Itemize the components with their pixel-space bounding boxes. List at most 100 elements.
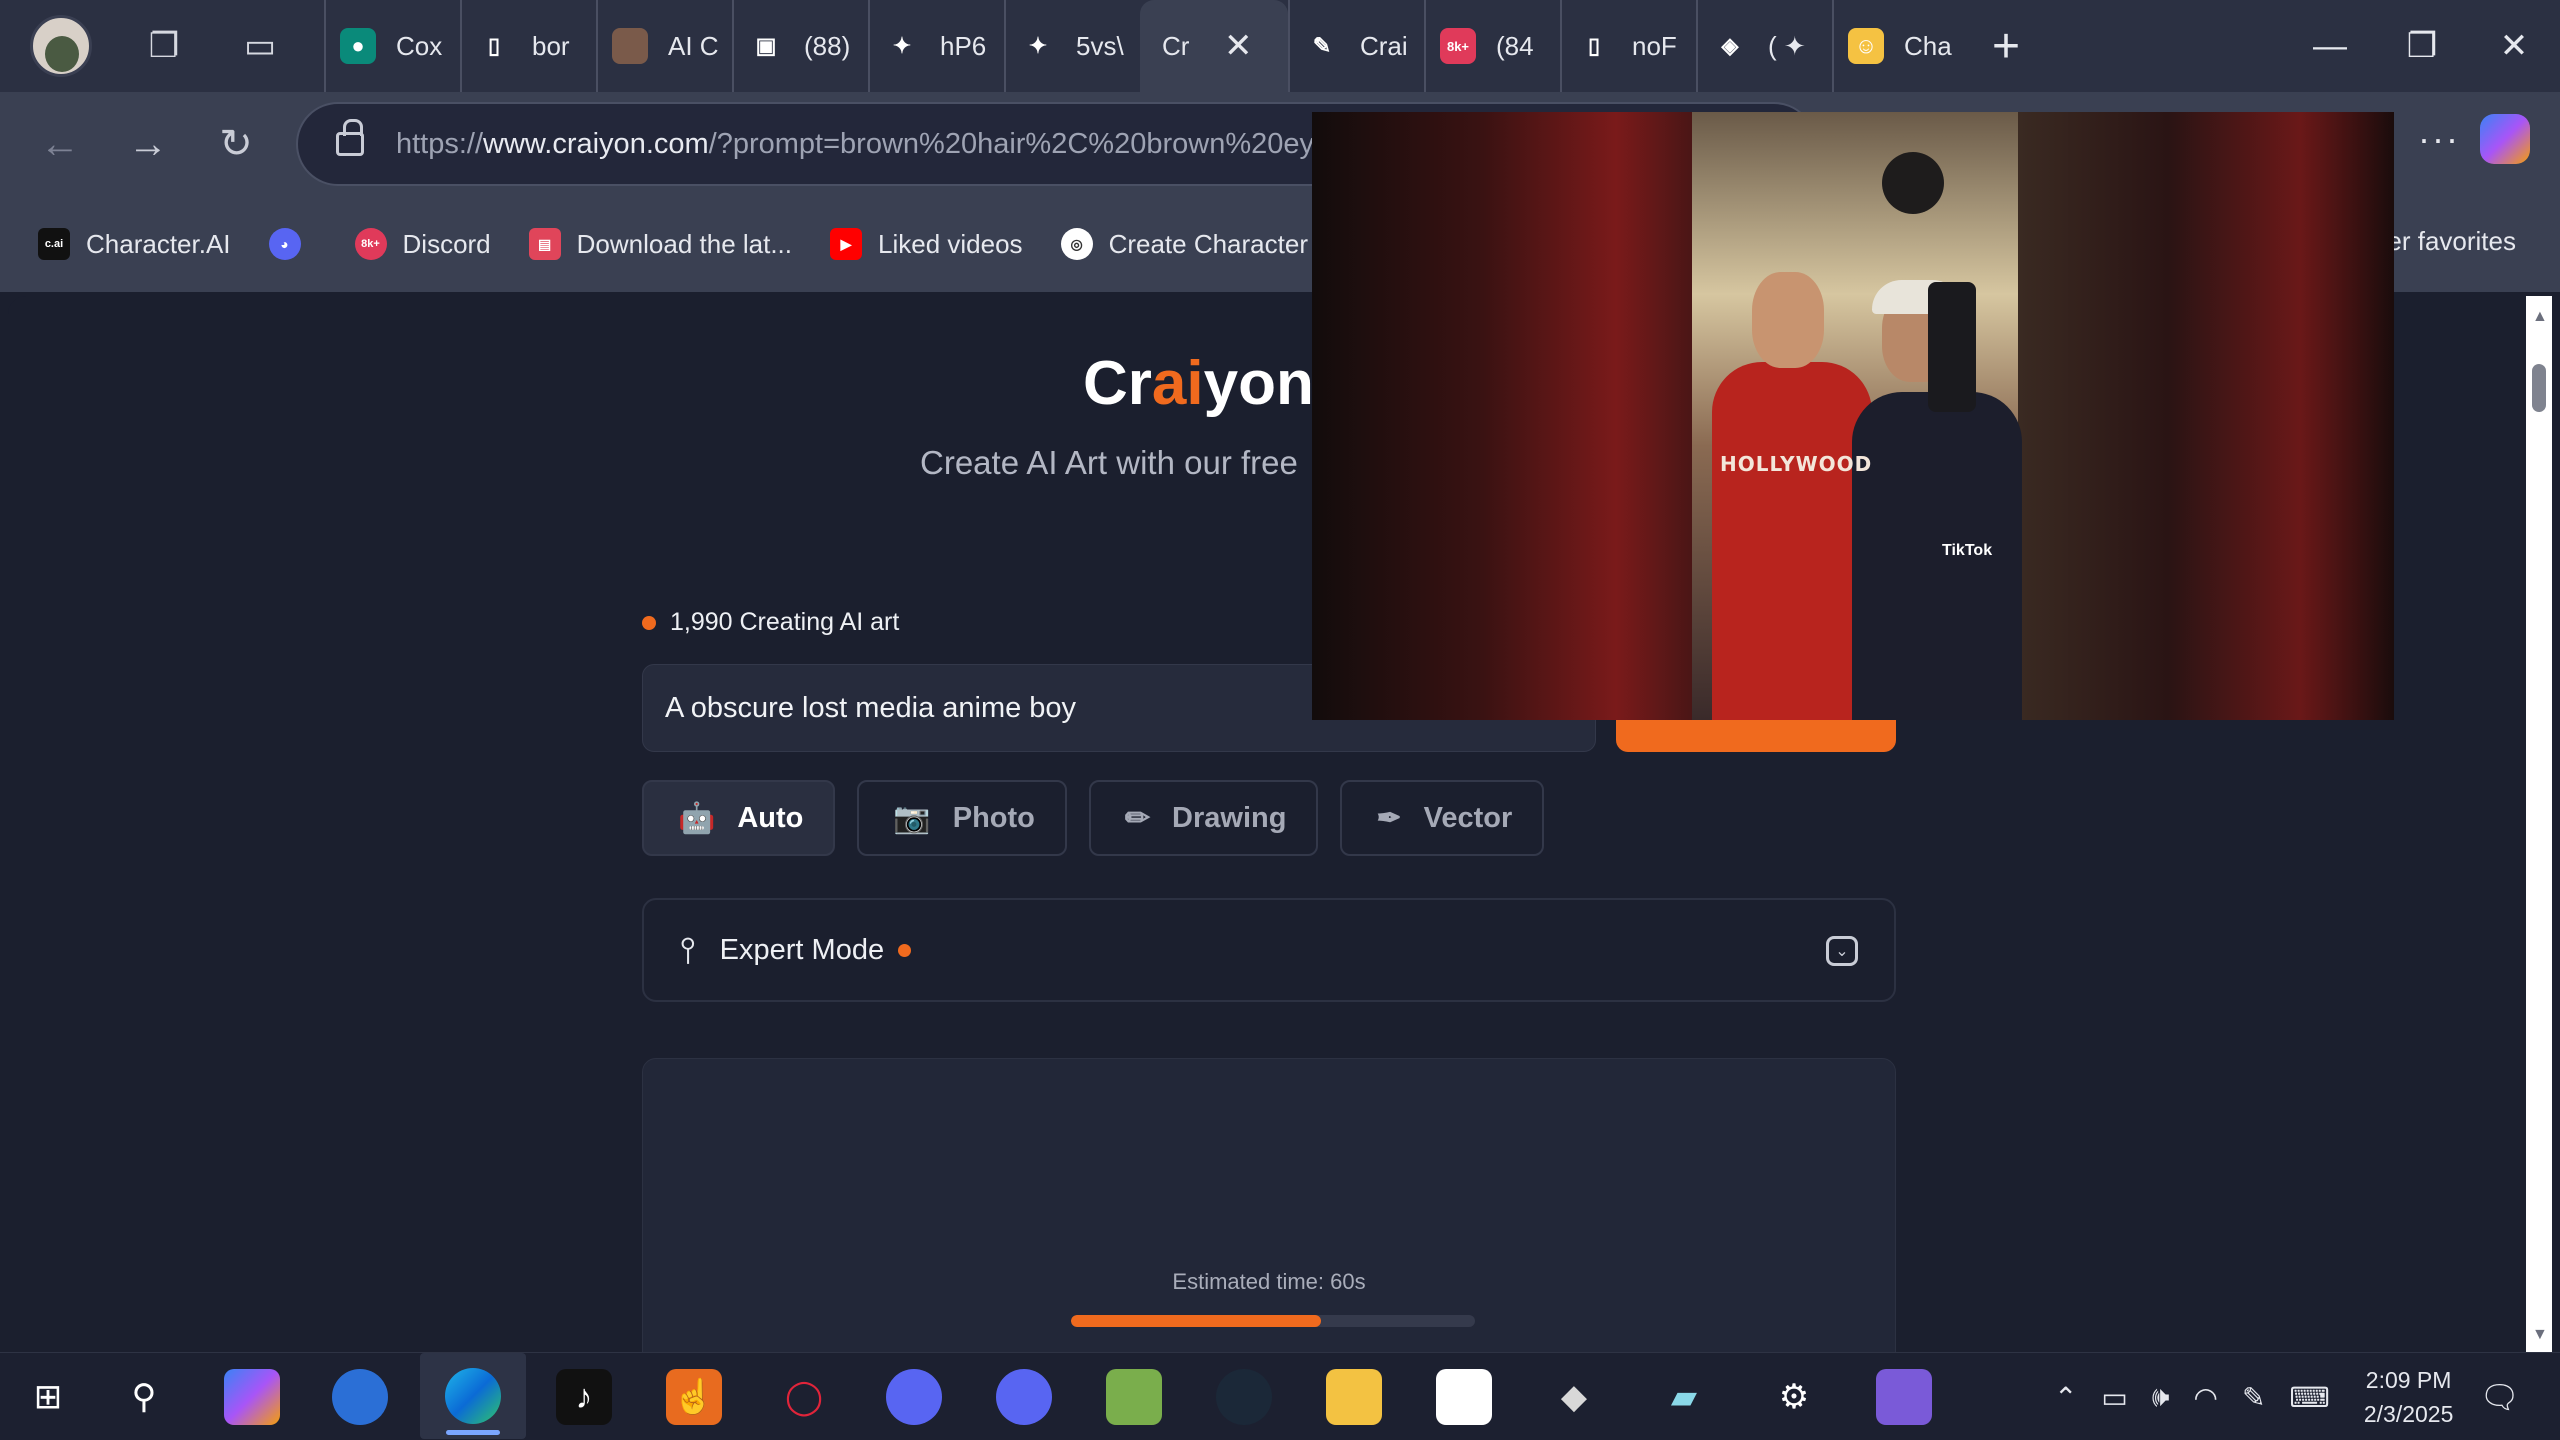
tab-favicon-icon: ✦ (1028, 33, 1048, 58)
favorite-0[interactable]: c.ai Character.AI (38, 228, 231, 260)
tab-label: (84 (1496, 30, 1534, 61)
tab-6[interactable]: Cr ✕ (1140, 0, 1288, 92)
scroll-down-icon[interactable]: ▼ (2532, 1326, 2548, 1344)
new-tab-button[interactable]: + (1992, 19, 2020, 74)
refresh-button[interactable]: ↻ (192, 121, 280, 167)
keyboard-icon[interactable]: ⌨ (2289, 1381, 2329, 1414)
time-text: 2:09 PM (2365, 1367, 2452, 1393)
tab-actions-icon[interactable]: ▭ (232, 18, 288, 74)
restore-button[interactable]: ❐ (2376, 26, 2468, 66)
roblox-icon[interactable]: ◆ (1546, 1369, 1602, 1425)
url-text[interactable]: https://www.craiyon.com/?prompt=brown%20… (396, 128, 1466, 161)
favorite-4[interactable]: ▶ Liked videos (830, 228, 1023, 260)
estimated-time: Estimated time: 60s (1172, 1269, 1366, 1294)
scroll-up-icon[interactable]: ▲ (2532, 308, 2548, 326)
volume-icon[interactable]: 🕪 (2152, 1381, 2170, 1414)
favorite-5[interactable]: ◎ Create Character (1060, 228, 1308, 260)
close-tab-icon[interactable]: ✕ (1224, 26, 1253, 66)
edge-taskbar-icon[interactable] (420, 1353, 526, 1439)
tiktok-icon[interactable]: ♪ (556, 1369, 612, 1425)
craiyon-logo[interactable]: Craiyon (1083, 348, 1314, 419)
mode-drawing-button[interactable]: ✏ Drawing (1088, 780, 1319, 856)
clock[interactable]: 2:09 PM 2/3/2025 (2364, 1363, 2454, 1431)
favorite-label: Liked videos (878, 228, 1023, 259)
favorite-3[interactable]: ▤ Download the lat... (528, 228, 792, 260)
tab-11[interactable]: ☺ Cha (1832, 0, 1968, 92)
tab-1[interactable]: ▯ bor (460, 0, 596, 92)
mode-label: Auto (737, 801, 804, 834)
discord-icon[interactable] (996, 1369, 1052, 1425)
workspaces-icon[interactable]: ❐ (136, 18, 192, 74)
profile-avatar[interactable] (30, 15, 92, 77)
notifications-icon[interactable]: 🗨 (2479, 1378, 2520, 1416)
tab-4[interactable]: ✦ hP6 (868, 0, 1004, 92)
discord-icon: ◕ (268, 228, 301, 260)
tab-favicon-icon (612, 28, 648, 64)
tab-5[interactable]: ✦ 5vs\ (1004, 0, 1140, 92)
tab-8[interactable]: 8k+ (84 (1424, 0, 1560, 92)
back-button[interactable]: ← (16, 122, 104, 167)
tab-favicon-icon: ◈ (1721, 33, 1739, 58)
file-explorer-icon[interactable] (1326, 1369, 1382, 1425)
copilot-app-icon[interactable] (224, 1369, 280, 1425)
windows-taskbar: ⊞ ⚲ ♪ ☝ ◯ ◆ ▰ ⚙ ⌃ ▭ 🕪 ◠ ✎ ⌨ 2:09 PM 2/3/… (0, 1352, 2560, 1440)
app-orange-icon[interactable]: ☝ (666, 1369, 722, 1425)
mode-auto-button[interactable]: 🤖 Auto (642, 780, 836, 856)
search-icon[interactable]: ⚲ (116, 1369, 172, 1425)
copilot-icon[interactable] (2480, 114, 2530, 164)
mode-label: Drawing (1172, 801, 1287, 834)
opera-icon[interactable]: ◯ (776, 1369, 832, 1425)
tab-favicon-icon: ▣ (755, 33, 777, 58)
person-right (1852, 392, 2022, 720)
scrollbar[interactable]: ▲ ▼ (2526, 296, 2552, 1352)
lock-icon[interactable] (336, 119, 364, 156)
chevron-up-icon[interactable]: ⌃ (2054, 1381, 2077, 1414)
8k+-icon: 8k+ (354, 228, 387, 260)
drawing-icon: ✏ (1124, 801, 1151, 835)
phone (1928, 282, 1976, 412)
pen-icon[interactable]: ✎ (2242, 1381, 2265, 1414)
tab-label: Crai (1360, 30, 1408, 61)
start-windows-icon[interactable]: ⊞ (20, 1369, 76, 1425)
tab-label: Cr (1162, 30, 1190, 61)
tab-3[interactable]: ▣ (88) (732, 0, 868, 92)
result-area: Estimated time: 60s (642, 1058, 1896, 1352)
chevron-down-icon[interactable]: ⌄ (1826, 936, 1858, 966)
tab-7[interactable]: ✎ Crai (1288, 0, 1424, 92)
openai-icon: ◎ (1060, 228, 1093, 260)
tab-favicon-icon: ▯ (487, 33, 501, 58)
tab-0[interactable]: ● Cox (324, 0, 460, 92)
tab-2[interactable]: AI C (596, 0, 732, 92)
person-left (1712, 362, 1872, 720)
picture-in-picture-video[interactable]: HOLLYWOOD TikTok (1312, 112, 2394, 720)
sliders-icon: ⫯ (680, 928, 696, 970)
battery-icon[interactable]: ▭ (2101, 1381, 2127, 1414)
favorite-label: Discord (402, 228, 491, 259)
anime-app-icon[interactable] (1876, 1369, 1932, 1425)
paint-icon[interactable] (886, 1369, 942, 1425)
expert-mode-panel[interactable]: ⫯ Expert Mode ⌄ (642, 898, 1896, 1002)
steam-icon[interactable] (1216, 1369, 1272, 1425)
ms-store-icon[interactable] (1436, 1369, 1492, 1425)
favorite-1[interactable]: ◕ (268, 228, 317, 260)
minimize-button[interactable]: — (2284, 27, 2376, 66)
tab-favicon-icon: ✦ (892, 33, 912, 58)
scroll-thumb[interactable] (2532, 364, 2546, 412)
video-lamp (1882, 152, 1944, 214)
favorite-2[interactable]: 8k+ Discord (354, 228, 491, 260)
close-window-button[interactable]: ✕ (2468, 26, 2560, 66)
window-controls: — ❐ ✕ (2284, 0, 2560, 92)
wifi-icon[interactable]: ◠ (2194, 1381, 2218, 1414)
mode-photo-button[interactable]: 📷 Photo (857, 780, 1067, 856)
app-blue-icon[interactable]: ▰ (1656, 1369, 1712, 1425)
desktop: ❐ ▭ ● Cox ▯ bor AI C ▣ (88) ✦ hP6 ✦ 5vs\ Cr ✕ ✎ Crai 8k… (0, 0, 2560, 1440)
tab-10[interactable]: ◈ ( ✦ (1696, 0, 1832, 92)
tab-9[interactable]: ▯ noF (1560, 0, 1696, 92)
more-options-icon[interactable]: ··· (2418, 118, 2460, 160)
other-favorites[interactable]: her favorites (2373, 226, 2516, 257)
forward-button[interactable]: → (104, 122, 192, 167)
notepad-icon[interactable] (1106, 1369, 1162, 1425)
app-icon[interactable] (332, 1369, 388, 1425)
settings-gear-icon[interactable]: ⚙ (1766, 1369, 1822, 1425)
mode-vector-button[interactable]: ✒ Vector (1340, 780, 1545, 856)
